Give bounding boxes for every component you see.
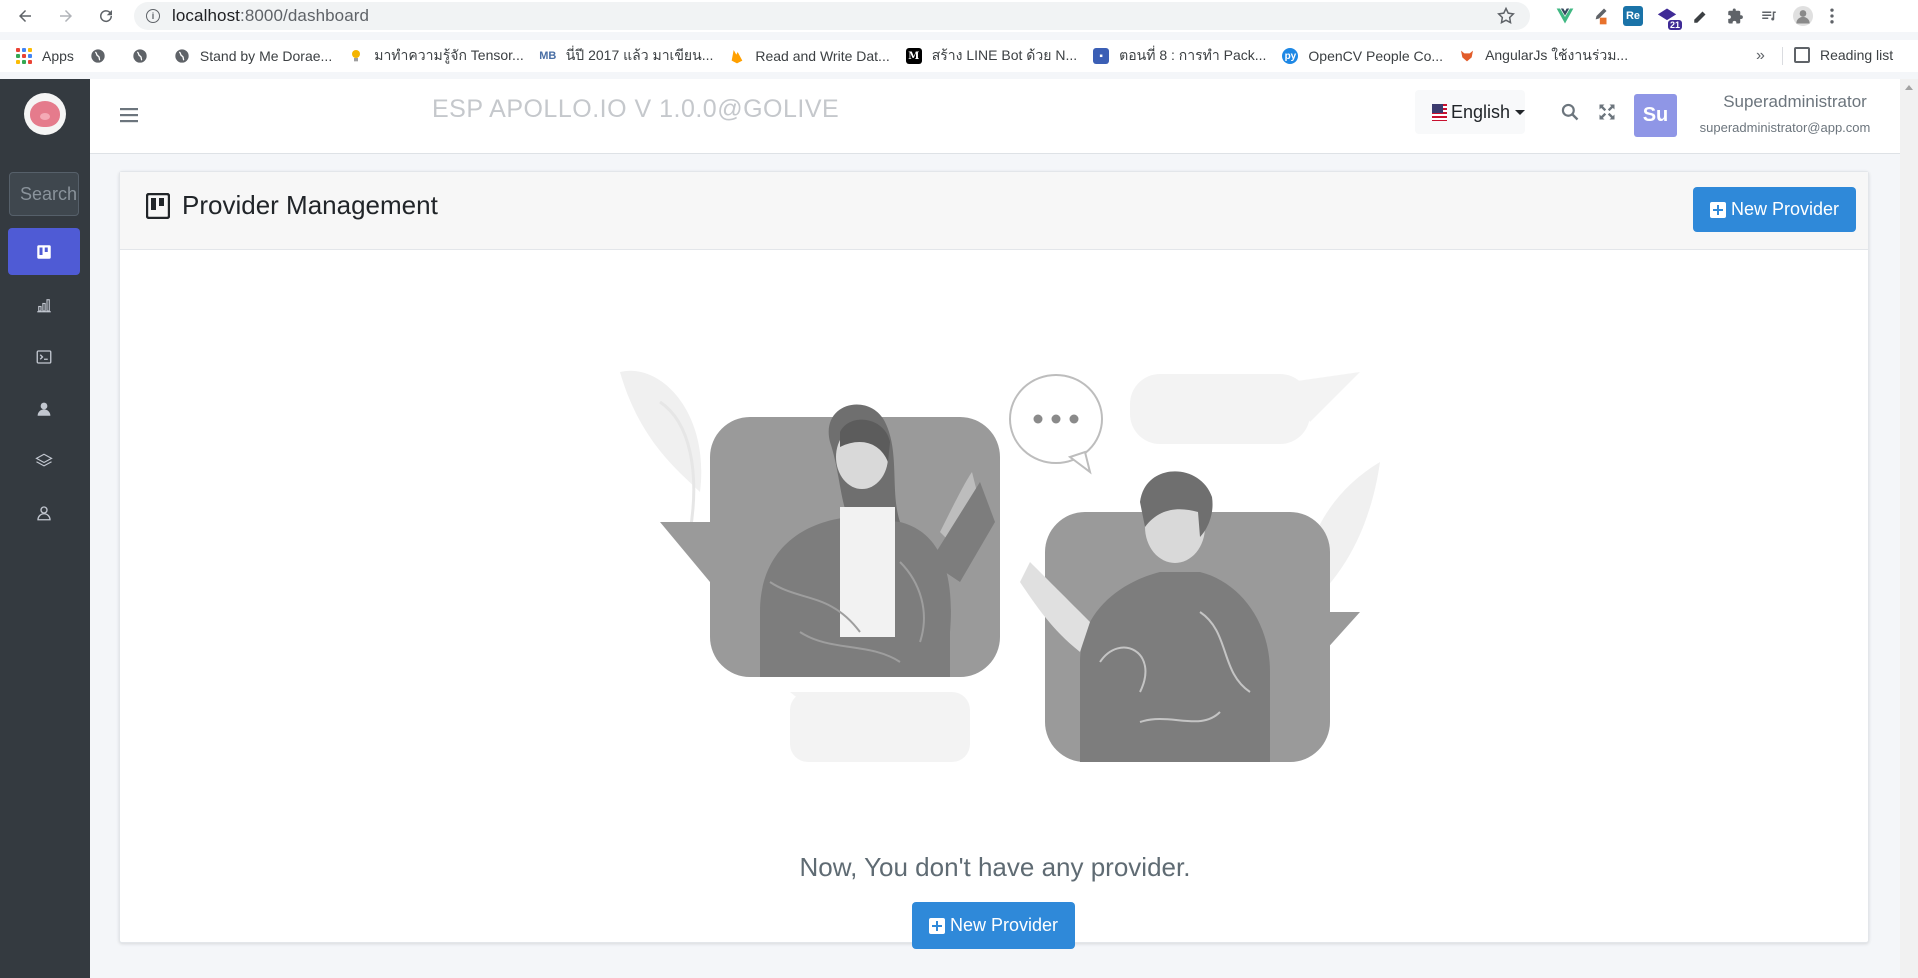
bookmark-globe-1[interactable] (90, 48, 116, 64)
empty-state-message: Now, You don't have any provider. (799, 852, 1191, 882)
sidebar (0, 79, 90, 978)
fullscreen-icon[interactable] (1597, 102, 1617, 122)
sidebar-item-analytics[interactable] (8, 281, 80, 328)
globe-icon (133, 49, 147, 63)
arrow-right-icon (60, 10, 72, 22)
pencil-icon[interactable] (1691, 6, 1711, 26)
fox-icon (1461, 50, 1474, 62)
pyimagesearch-icon: py (1282, 48, 1299, 64)
bookmarks-overflow-button[interactable]: » (1756, 47, 1765, 65)
sidebar-item-console[interactable] (8, 333, 80, 380)
sidebar-item-layers[interactable] (8, 437, 80, 484)
extension-badge: 21 (1667, 20, 1682, 30)
scroll-up-icon[interactable] (1905, 85, 1913, 90)
sidebar-item-users[interactable] (8, 385, 80, 432)
app-brand-title: ESP APOLLO.IO V 1.0.0@GOLIVE (432, 95, 840, 123)
arrow-left-icon (19, 10, 31, 22)
user-email: superadministrator@app.com (1699, 120, 1871, 135)
bookmark-globe-2[interactable] (132, 48, 158, 64)
address-bar[interactable]: i localhost:8000/dashboard (134, 2, 1530, 30)
bookmarks-divider (1782, 47, 1783, 65)
sidebar-item-account[interactable] (8, 489, 80, 536)
plus-square-icon (928, 917, 945, 934)
apps-grid-icon (16, 48, 32, 64)
back-button[interactable] (9, 0, 41, 32)
readlang-icon[interactable]: Re (1623, 6, 1643, 26)
terminal-icon (36, 349, 52, 364)
site-info-icon[interactable]: i (146, 9, 160, 23)
pig-logo-icon (30, 101, 60, 127)
hamburger-menu-icon[interactable] (120, 107, 138, 123)
reading-list-icon (1794, 47, 1810, 63)
bookmark-star-icon[interactable] (1496, 6, 1516, 26)
doc-icon: ▪ (1093, 48, 1110, 64)
plus-square-icon (1709, 201, 1726, 218)
bulb-icon (352, 50, 361, 62)
user-outline-icon (37, 505, 51, 520)
topbar: ESP APOLLO.IO V 1.0.0@GOLIVE English Su … (90, 79, 1918, 154)
bookmark-line-bot[interactable]: M สร้าง LINE Bot ด้วย N... (905, 45, 1077, 67)
bookmark-firebase[interactable]: Read and Write Dat... (729, 48, 890, 64)
bookmark-tensorflow[interactable]: มาทำความรู้จัก Tensor... (348, 45, 524, 67)
language-label: English (1450, 101, 1510, 122)
empty-state-illustration (620, 370, 1380, 762)
reload-button[interactable] (90, 0, 122, 32)
bookmark-2017[interactable]: MB นี่ปี 2017 แล้ว มาเขียน... (539, 45, 713, 67)
globe-icon (175, 49, 189, 63)
reading-list-button[interactable]: Reading list (1794, 47, 1893, 63)
mb-icon: MB (539, 50, 557, 62)
card-header: Provider Management New Provider (120, 172, 1868, 250)
vue-devtools-icon[interactable] (1555, 6, 1575, 26)
globe-icon (91, 49, 105, 63)
forward-button[interactable] (50, 0, 82, 32)
app-logo[interactable] (24, 93, 66, 135)
bookmark-opencv[interactable]: py OpenCV People Co... (1282, 48, 1443, 64)
provider-card: Provider Management New Provider Now, Yo… (119, 171, 1869, 949)
bar-chart-icon (37, 298, 51, 312)
layers-icon (35, 453, 53, 467)
bookmark-apps[interactable]: Apps (16, 48, 74, 64)
firebase-icon (732, 50, 743, 64)
extensions-puzzle-icon[interactable] (1725, 6, 1745, 26)
reload-icon (100, 10, 113, 23)
bookmark-angular[interactable]: AngularJs ใช้งานร่วม... (1459, 45, 1628, 67)
browser-menu-icon[interactable] (1827, 6, 1837, 26)
user-icon (37, 402, 51, 416)
bookmarks-bar: Apps Stand by Me Dorae... มาทำความรู้จัก… (0, 40, 1918, 72)
new-provider-button[interactable]: New Provider (1693, 187, 1856, 232)
sidebar-search-input[interactable] (9, 172, 79, 216)
board-icon (37, 244, 51, 259)
bookmark-pack[interactable]: ▪ ตอนที่ 8 : การทำ Pack... (1093, 45, 1266, 67)
sidebar-item-providers[interactable] (8, 228, 80, 275)
medium-icon: M (905, 48, 922, 64)
colorpick-icon[interactable] (1589, 6, 1609, 26)
url-text[interactable]: localhost:8000/dashboard (172, 6, 369, 26)
profile-icon[interactable] (1793, 6, 1813, 26)
empty-state-new-provider-button[interactable]: New Provider (912, 902, 1075, 949)
user-name[interactable]: Superadministrator (1705, 92, 1885, 112)
language-dropdown[interactable]: English (1415, 90, 1525, 134)
page-title: Provider Management (146, 190, 438, 221)
avatar[interactable]: Su (1634, 94, 1677, 137)
page-scrollbar[interactable] (1900, 79, 1918, 978)
app-root: ESP APOLLO.IO V 1.0.0@GOLIVE English Su … (0, 79, 1918, 978)
board-icon (146, 192, 170, 219)
scholar-icon[interactable]: 21 (1657, 6, 1682, 30)
extension-icons: Re 21 (1555, 3, 1837, 30)
us-flag-icon (1432, 103, 1447, 121)
browser-toolbar: i localhost:8000/dashboard Re 21 (0, 0, 1918, 32)
caret-down-icon (1515, 109, 1525, 115)
search-icon[interactable] (1560, 102, 1580, 122)
media-queue-icon[interactable] (1759, 6, 1779, 26)
bookmark-doraemon[interactable]: Stand by Me Dorae... (174, 48, 332, 64)
